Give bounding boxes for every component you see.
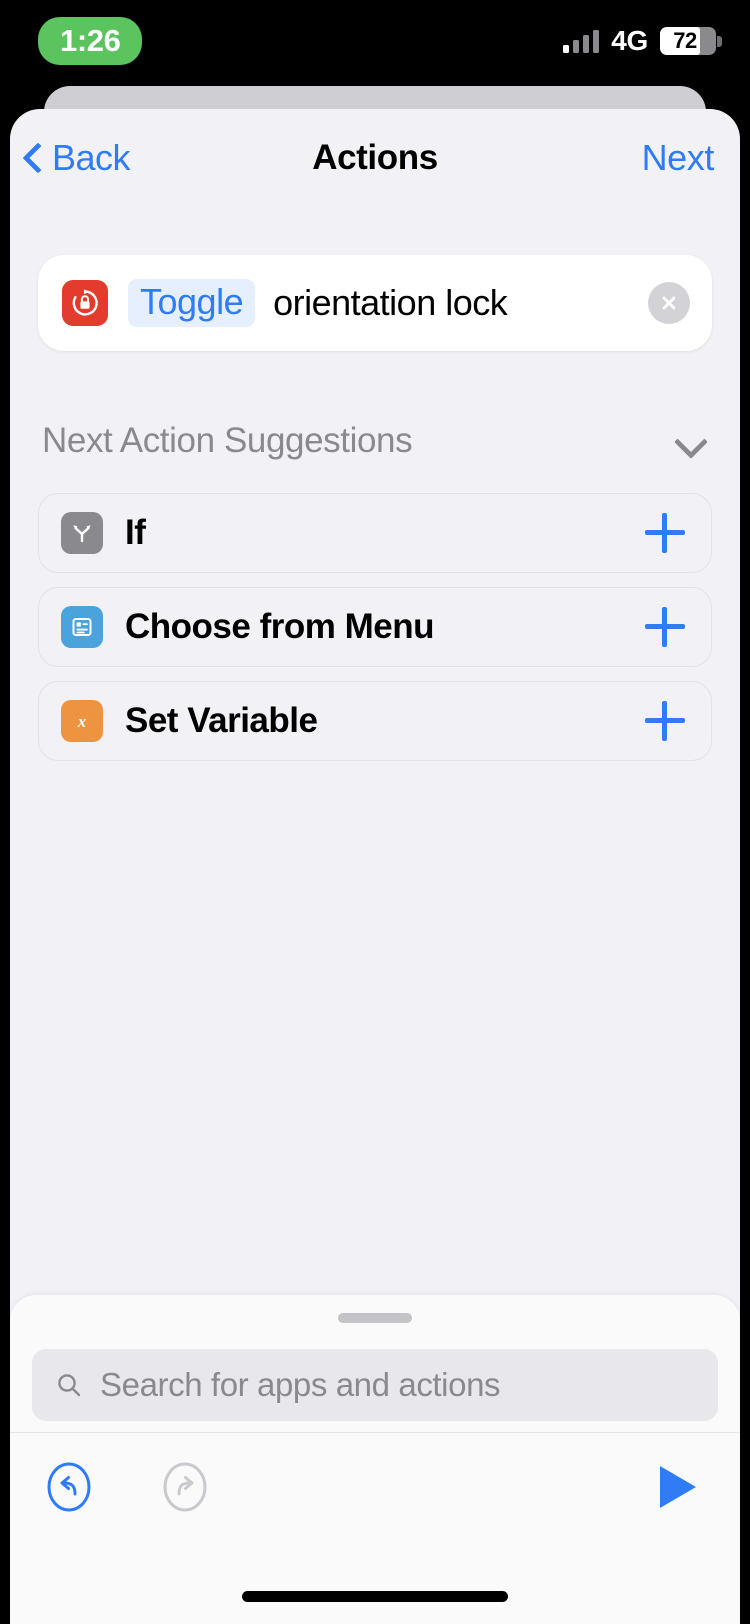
navigation-bar: Back Actions Next — [10, 109, 740, 207]
shortcut-editor-sheet: Back Actions Next Toggle orientation loc… — [10, 109, 740, 1624]
undo-icon — [47, 1462, 91, 1511]
signal-bars-icon — [563, 29, 600, 53]
suggestion-label: Choose from Menu — [125, 607, 434, 646]
redo-button[interactable] — [156, 1458, 214, 1516]
variable-x-icon: x — [61, 700, 103, 742]
editor-toolbar — [10, 1432, 740, 1540]
battery-percent-label: 72 — [673, 28, 697, 53]
undo-button[interactable] — [40, 1458, 98, 1516]
status-time-pill: 1:26 — [38, 17, 143, 65]
phone-screen: 1:26 4G 72 Back Actions Next Toggle orie… — [0, 0, 750, 1624]
suggestion-label: Set Variable — [125, 701, 318, 740]
status-indicators: 4G 72 — [563, 25, 722, 57]
action-verb-token[interactable]: Toggle — [128, 278, 256, 328]
search-placeholder: Search for apps and actions — [100, 1366, 501, 1403]
back-button[interactable]: Back — [22, 137, 131, 179]
battery-icon: 72 — [660, 27, 722, 55]
plus-icon[interactable] — [645, 513, 685, 553]
action-description-text: orientation lock — [273, 282, 508, 323]
if-branch-icon — [61, 512, 103, 554]
run-button[interactable] — [648, 1458, 706, 1516]
home-indicator — [242, 1591, 508, 1602]
chevron-left-icon — [22, 140, 44, 176]
sheet-drag-handle[interactable] — [338, 1313, 412, 1323]
suggestion-row-set-variable[interactable]: x Set Variable — [38, 681, 712, 761]
suggestion-list: If Choose from Menu x Set Variable — [38, 493, 712, 761]
action-library-sheet: Search for apps and actions — [10, 1295, 740, 1624]
redo-icon — [163, 1462, 207, 1511]
status-bar: 1:26 4G 72 — [0, 0, 750, 82]
suggestion-label: If — [125, 513, 146, 552]
plus-icon[interactable] — [645, 701, 685, 741]
search-icon — [58, 1374, 81, 1397]
close-icon[interactable] — [648, 282, 690, 324]
back-button-label: Back — [52, 137, 131, 178]
chevron-down-icon[interactable] — [674, 430, 708, 452]
suggestion-row-choose-from-menu[interactable]: Choose from Menu — [38, 587, 712, 667]
play-icon — [660, 1465, 696, 1508]
next-button[interactable]: Next — [642, 137, 715, 179]
menu-list-icon — [61, 606, 103, 648]
battery-cap — [717, 36, 722, 47]
orientation-lock-icon — [62, 280, 108, 326]
suggestion-row-if[interactable]: If — [38, 493, 712, 573]
next-action-suggestions-header[interactable]: Next Action Suggestions — [42, 421, 708, 461]
search-input[interactable]: Search for apps and actions — [32, 1349, 718, 1421]
suggestions-title: Next Action Suggestions — [42, 421, 413, 460]
plus-icon[interactable] — [645, 607, 685, 647]
action-card-toggle-orientation-lock[interactable]: Toggle orientation lock — [38, 255, 712, 351]
svg-text:x: x — [77, 712, 87, 731]
network-label: 4G — [611, 25, 648, 56]
